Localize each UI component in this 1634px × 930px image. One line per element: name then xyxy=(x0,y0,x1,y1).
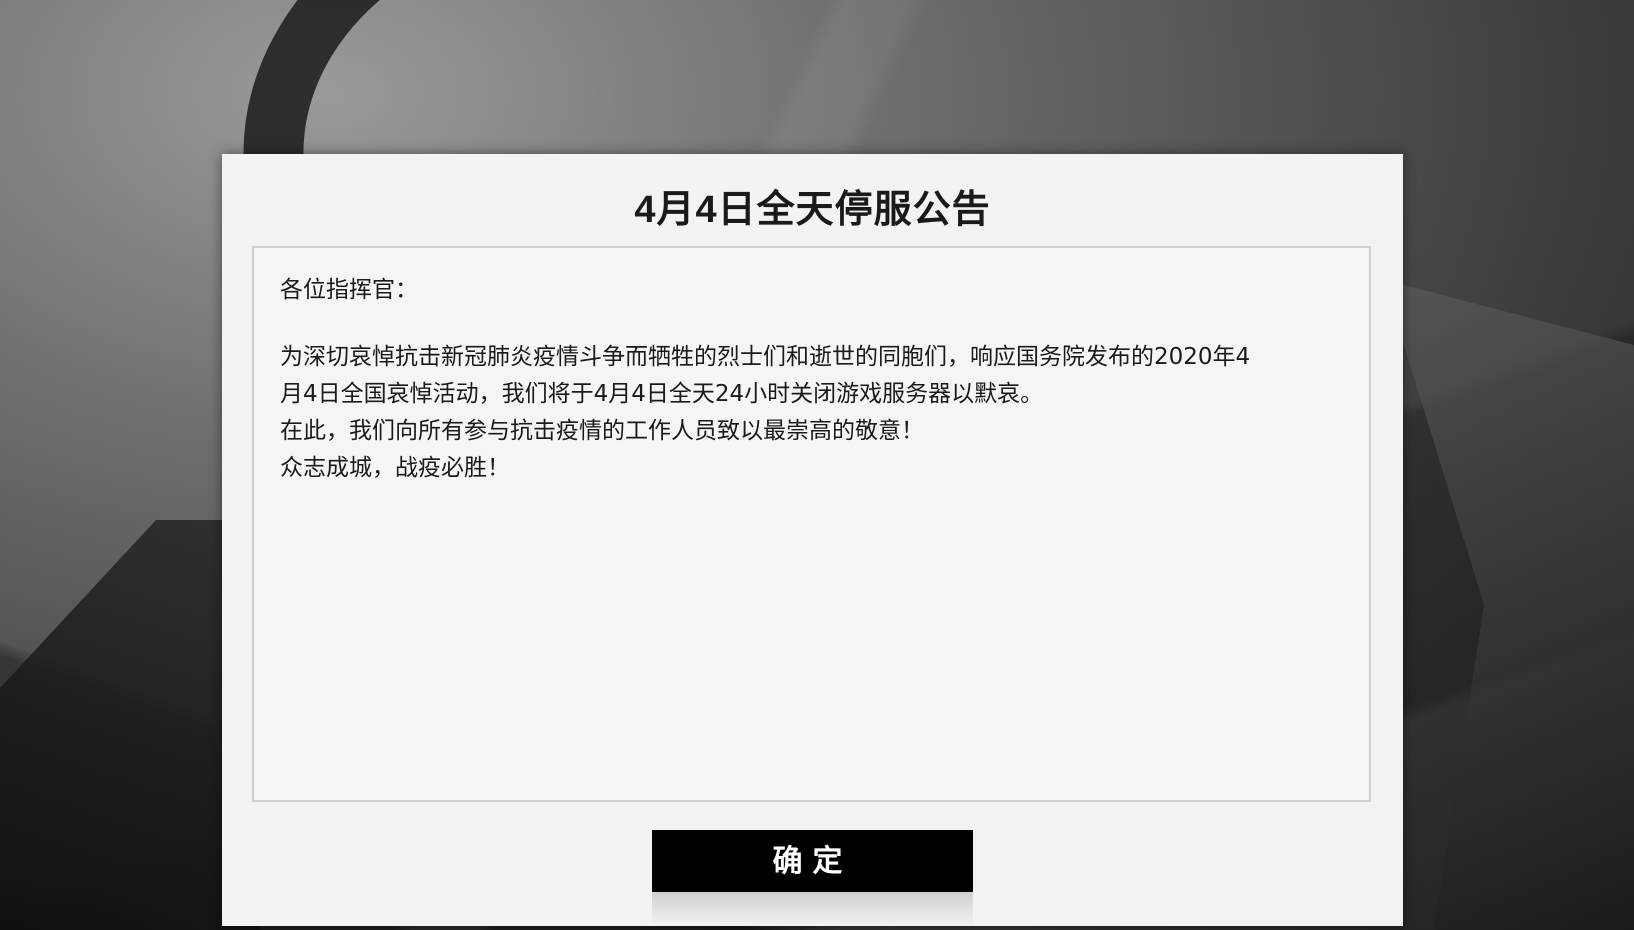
greeting-line: 各位指挥官： xyxy=(280,277,418,303)
paragraph-3: 众志成城，战疫必胜！ xyxy=(280,455,510,481)
paragraph-2: 在此，我们向所有参与抗击疫情的工作人员致以最崇高的敬意！ xyxy=(280,418,924,444)
background-shard-right xyxy=(1384,280,1634,930)
background-shard-left xyxy=(0,520,260,930)
game-scene: 4月4日全天停服公告 各位指挥官： 为深切哀悼抗击新冠肺炎疫情斗争而牺牲的烈士们… xyxy=(0,0,1634,930)
dialog-title: 4月4日全天停服公告 xyxy=(634,189,991,231)
announcement-dialog: 4月4日全天停服公告 各位指挥官： 为深切哀悼抗击新冠肺炎疫情斗争而牺牲的烈士们… xyxy=(222,154,1403,926)
announcement-text: 各位指挥官： 为深切哀悼抗击新冠肺炎疫情斗争而牺牲的烈士们和逝世的同胞们，响应国… xyxy=(280,272,1349,487)
paragraph-1-line-1: 为深切哀悼抗击新冠肺炎疫情斗争而牺牲的烈士们和逝世的同胞们，响应国务院发布的20… xyxy=(280,344,1251,370)
announcement-content-box[interactable]: 各位指挥官： 为深切哀悼抗击新冠肺炎疫情斗争而牺牲的烈士们和逝世的同胞们，响应国… xyxy=(252,246,1371,802)
confirm-button-shadow xyxy=(652,892,973,926)
paragraph-1-line-2: 月4日全国哀悼活动，我们将于4月4日全天24小时关闭游戏服务器以默哀。 xyxy=(280,381,1044,407)
confirm-button[interactable]: 确定 xyxy=(652,830,973,892)
